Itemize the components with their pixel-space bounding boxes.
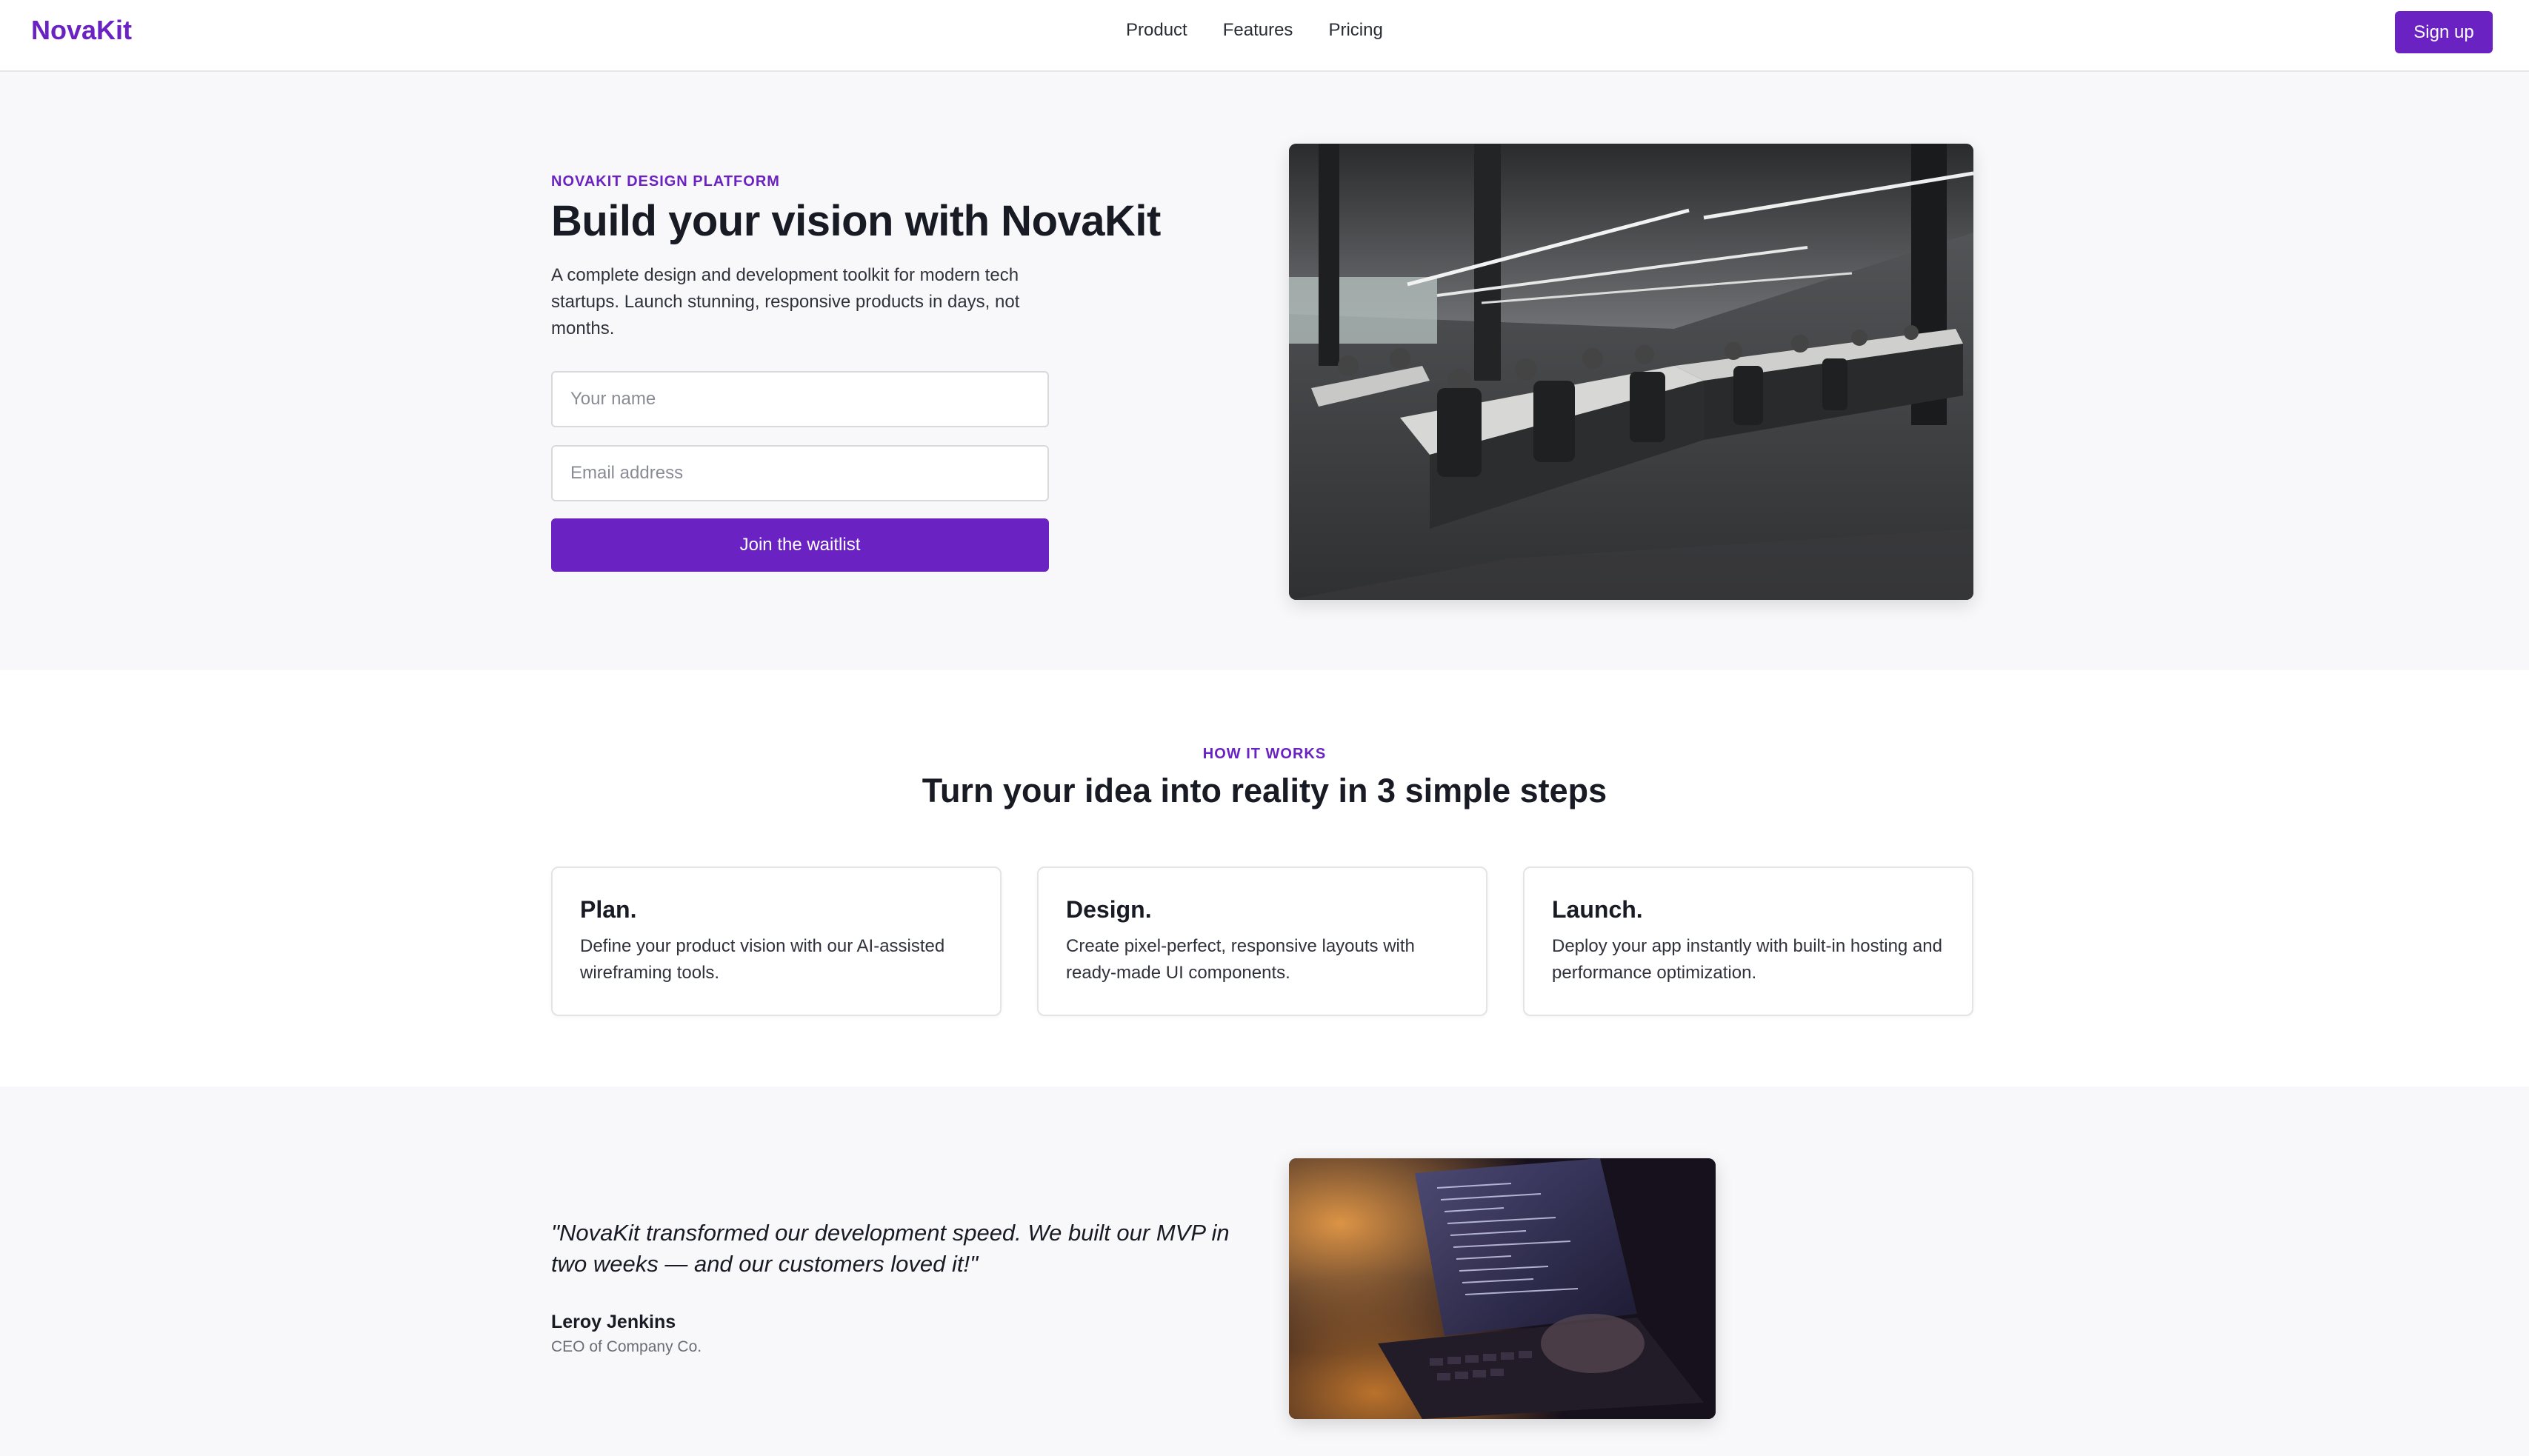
- steps-title: Turn your idea into reality in 3 simple …: [922, 772, 1607, 809]
- step-card-text: Create pixel-perfect, responsive layouts…: [1066, 936, 1415, 983]
- nav-links: Product Features Pricing: [1126, 19, 1383, 41]
- signup-button[interactable]: Sign up: [2395, 11, 2493, 53]
- step-card-title: Plan.: [580, 896, 637, 923]
- top-navigation: NovaKit Product Features Pricing Sign up: [0, 0, 2529, 72]
- step-card-plan: Plan. Define your product vision with ou…: [551, 866, 1002, 1016]
- step-card-title: Design.: [1066, 896, 1152, 923]
- step-card-launch: Launch. Deploy your app instantly with b…: [1523, 866, 1973, 1016]
- steps-eyebrow: HOW IT WORKS: [1202, 746, 1327, 762]
- testimonial-role: CEO of Company Co.: [551, 1338, 702, 1355]
- step-card-design: Design. Create pixel-perfect, responsive…: [1037, 866, 1487, 1016]
- nav-link-product[interactable]: Product: [1126, 19, 1187, 41]
- testimonial-section: [0, 1086, 2529, 1456]
- nav-link-features[interactable]: Features: [1223, 19, 1293, 41]
- name-input[interactable]: [551, 371, 1049, 427]
- step-card-text: Deploy your app instantly with built-in …: [1552, 936, 1942, 983]
- email-input[interactable]: [551, 445, 1049, 501]
- brand-logo[interactable]: NovaKit: [31, 13, 132, 47]
- laptop-code-photo: [1289, 1158, 1716, 1419]
- hero-section: [0, 72, 2529, 670]
- hero-eyebrow: NOVAKIT DESIGN PLATFORM: [551, 173, 780, 190]
- testimonial-author: Leroy Jenkins: [551, 1312, 676, 1332]
- step-card-title: Launch.: [1552, 896, 1643, 923]
- hero-description: A complete design and development toolki…: [551, 265, 1020, 338]
- join-waitlist-button[interactable]: Join the waitlist: [551, 518, 1049, 572]
- step-card-text: Define your product vision with our AI-a…: [580, 936, 945, 983]
- office-photo: [1289, 144, 1973, 600]
- nav-link-pricing[interactable]: Pricing: [1328, 19, 1382, 41]
- hero-title: Build your vision with NovaKit: [551, 197, 1161, 245]
- testimonial-quote: "NovaKit transformed our development spe…: [551, 1220, 1230, 1277]
